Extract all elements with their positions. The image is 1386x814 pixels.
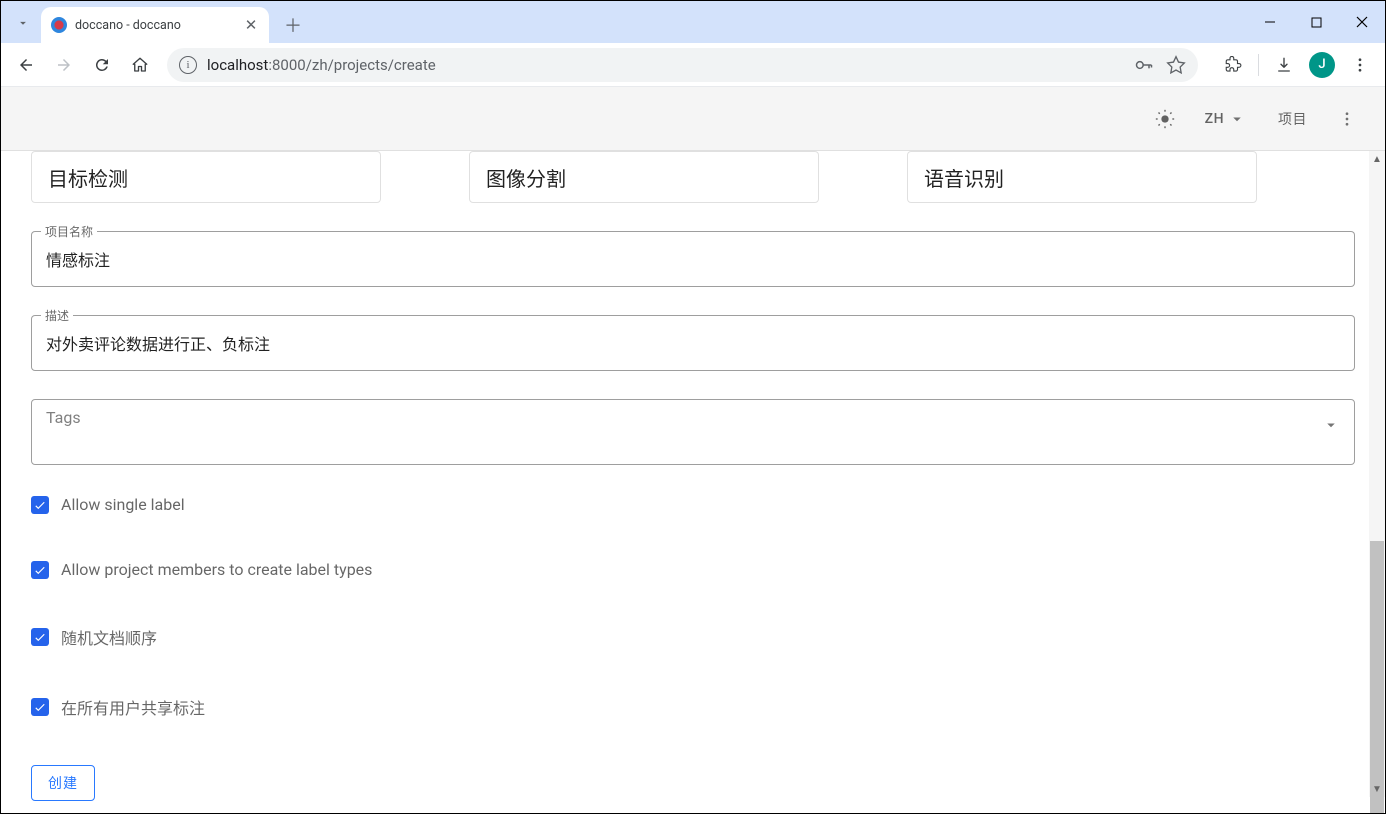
profile-avatar[interactable]: J bbox=[1305, 48, 1339, 82]
app-header: ZH 项目 bbox=[1, 87, 1385, 151]
checkbox-icon bbox=[31, 698, 49, 716]
checkbox-icon bbox=[31, 496, 49, 514]
url-bar[interactable]: i localhost:8000/zh/projects/create bbox=[167, 48, 1198, 82]
content: 目标检测 图像分割 语音识别 项目名称 描述 bbox=[1, 151, 1385, 813]
checkbox-allow-single-label[interactable]: Allow single label bbox=[31, 495, 1355, 514]
scrollbar-thumb[interactable] bbox=[1370, 541, 1384, 813]
forward-button[interactable] bbox=[47, 48, 81, 82]
extensions-icon[interactable] bbox=[1216, 48, 1250, 82]
address-bar: i localhost:8000/zh/projects/create bbox=[1, 43, 1385, 87]
tags-select[interactable]: Tags bbox=[31, 399, 1355, 465]
scrollbar-track[interactable]: ▲ ▼ bbox=[1369, 151, 1385, 797]
language-label: ZH bbox=[1205, 111, 1224, 127]
browser-menu-icon[interactable] bbox=[1343, 48, 1377, 82]
bookmark-star-icon[interactable] bbox=[1166, 55, 1186, 75]
checkbox-icon bbox=[31, 561, 49, 579]
type-card-image-segmentation[interactable]: 图像分割 bbox=[469, 151, 819, 203]
tags-field-wrap: Tags bbox=[31, 399, 1355, 465]
new-tab-button[interactable]: ＋ bbox=[279, 11, 307, 39]
tab-bar: doccano - doccano ✕ ＋ bbox=[1, 1, 1385, 43]
toolbar-divider bbox=[1258, 54, 1259, 76]
projects-link[interactable]: 项目 bbox=[1266, 101, 1319, 137]
project-desc-input[interactable] bbox=[31, 315, 1355, 371]
password-key-icon[interactable] bbox=[1134, 55, 1154, 75]
language-dropdown[interactable]: ZH bbox=[1193, 101, 1258, 137]
favicon-icon bbox=[51, 17, 67, 33]
checkbox-allow-members-create-labels[interactable]: Allow project members to create label ty… bbox=[31, 560, 1355, 579]
project-name-field-wrap: 项目名称 bbox=[31, 231, 1355, 287]
checkbox-share-annotations[interactable]: 在所有用户共享标注 bbox=[31, 695, 1355, 719]
tags-placeholder: Tags bbox=[46, 408, 81, 427]
window-controls bbox=[1247, 1, 1385, 43]
chevron-down-icon bbox=[1228, 110, 1246, 128]
project-name-input[interactable] bbox=[31, 231, 1355, 287]
project-desc-field-wrap: 描述 bbox=[31, 315, 1355, 371]
checkbox-random-doc-order[interactable]: 随机文档顺序 bbox=[31, 625, 1355, 649]
back-button[interactable] bbox=[9, 48, 43, 82]
url-text: localhost:8000/zh/projects/create bbox=[207, 56, 1134, 74]
browser-tab[interactable]: doccano - doccano ✕ bbox=[41, 7, 269, 43]
type-card-object-detection[interactable]: 目标检测 bbox=[31, 151, 381, 203]
checkbox-icon bbox=[31, 628, 49, 646]
downloads-icon[interactable] bbox=[1267, 48, 1301, 82]
checkbox-label: Allow single label bbox=[61, 495, 185, 514]
app-area: ZH 项目 目标检测 图像分割 语音识别 bbox=[1, 87, 1385, 813]
scroll-down-button[interactable]: ▼ bbox=[1369, 781, 1385, 797]
minimize-button[interactable] bbox=[1247, 1, 1293, 43]
close-window-button[interactable] bbox=[1339, 1, 1385, 43]
project-name-label: 项目名称 bbox=[41, 223, 97, 240]
maximize-button[interactable] bbox=[1293, 1, 1339, 43]
type-card-speech-recognition[interactable]: 语音识别 bbox=[907, 151, 1257, 203]
tab-title: doccano - doccano bbox=[75, 18, 243, 33]
checkbox-label: 在所有用户共享标注 bbox=[61, 695, 205, 719]
site-info-icon[interactable]: i bbox=[179, 56, 197, 74]
home-button[interactable] bbox=[123, 48, 157, 82]
close-icon[interactable]: ✕ bbox=[243, 17, 259, 33]
reload-button[interactable] bbox=[85, 48, 119, 82]
checkbox-label: 随机文档顺序 bbox=[61, 625, 157, 649]
project-desc-label: 描述 bbox=[41, 307, 73, 324]
checkbox-label: Allow project members to create label ty… bbox=[61, 560, 372, 579]
project-type-row: 目标检测 图像分割 语音识别 bbox=[31, 151, 1355, 203]
theme-toggle-icon[interactable] bbox=[1145, 99, 1185, 139]
scroll-up-button[interactable]: ▲ bbox=[1369, 151, 1385, 167]
chevron-down-icon bbox=[1322, 416, 1340, 434]
create-button[interactable]: 创建 bbox=[31, 765, 95, 801]
tabs-dropdown-button[interactable] bbox=[9, 9, 37, 37]
app-menu-icon[interactable] bbox=[1327, 99, 1367, 139]
toolbar-right: J bbox=[1208, 48, 1377, 82]
